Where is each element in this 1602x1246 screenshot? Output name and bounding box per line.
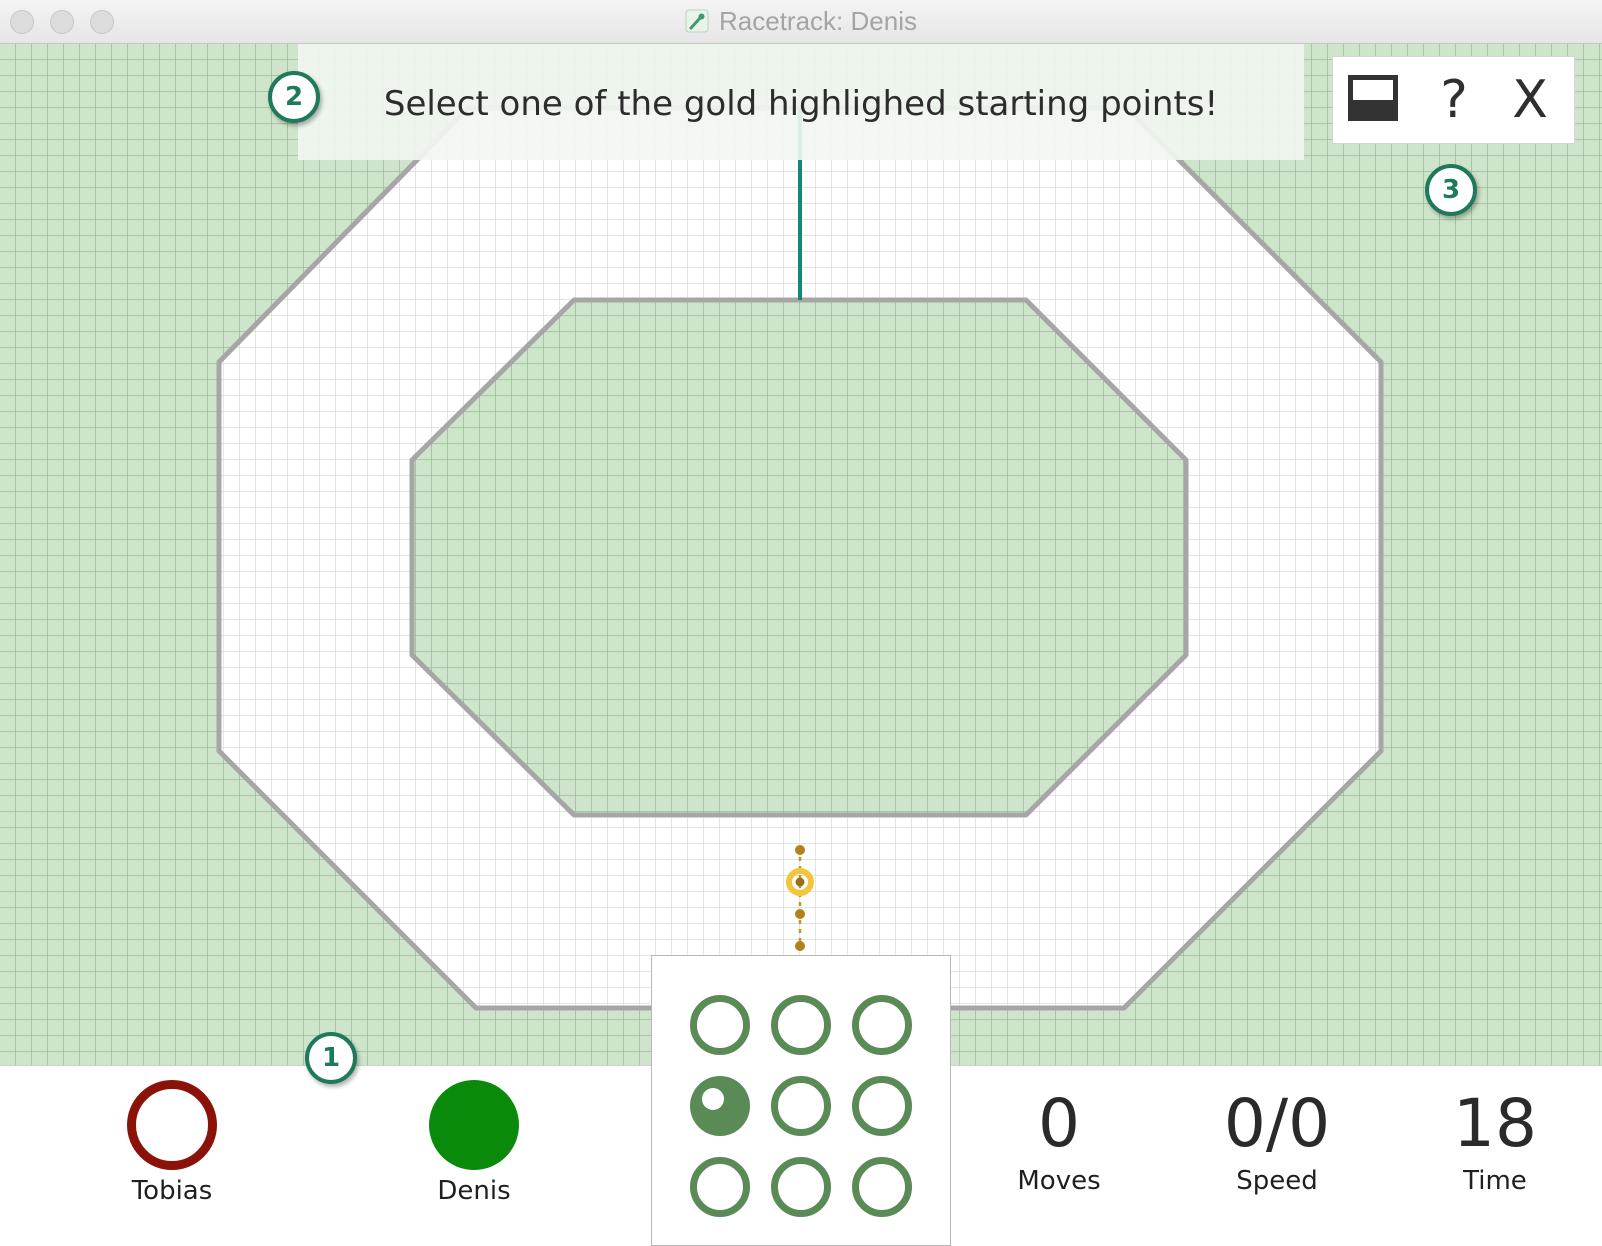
speed-label: Speed — [1236, 1166, 1318, 1196]
start-point[interactable] — [795, 845, 805, 855]
moves-label: Moves — [1017, 1166, 1101, 1196]
help-icon: ? — [1440, 70, 1468, 130]
racetrack-app-icon — [685, 9, 709, 33]
start-point[interactable] — [795, 877, 805, 887]
time-stat: 18 Time — [1405, 1084, 1585, 1196]
direction-up-left-button[interactable] — [690, 995, 750, 1055]
window-title-wrap: Racetrack: Denis — [0, 6, 1602, 37]
callout-badge: 2 — [268, 71, 320, 123]
time-label: Time — [1463, 1166, 1527, 1196]
close-button[interactable]: X — [1495, 65, 1565, 135]
direction-up-right-button[interactable] — [852, 995, 912, 1055]
help-button[interactable]: ? — [1419, 65, 1489, 135]
hollow-circle-icon — [127, 1080, 217, 1170]
track-inner-infield — [409, 297, 1189, 818]
close-icon: X — [1512, 70, 1548, 130]
toolbar: ? X — [1332, 56, 1575, 144]
message-bar: Select one of the gold highlighed starti… — [298, 44, 1304, 160]
player-name: Denis — [437, 1176, 511, 1206]
toggle-panel-button[interactable] — [1338, 65, 1408, 135]
direction-down-right-button[interactable] — [852, 1157, 912, 1217]
player-denis[interactable]: Denis — [394, 1080, 554, 1206]
direction-pad — [651, 955, 951, 1246]
player-name: Tobias — [131, 1176, 213, 1206]
title-bar: Racetrack: Denis — [0, 0, 1602, 44]
speed-value: 0/0 — [1223, 1085, 1331, 1162]
direction-left-button[interactable] — [690, 1076, 750, 1136]
start-point[interactable] — [795, 909, 805, 919]
direction-stay-button[interactable] — [771, 1076, 831, 1136]
callout-badge: 1 — [305, 1032, 357, 1084]
direction-down-button[interactable] — [771, 1157, 831, 1217]
instruction-message: Select one of the gold highlighed starti… — [383, 84, 1219, 124]
player-tobias[interactable]: Tobias — [92, 1080, 252, 1206]
direction-down-left-button[interactable] — [690, 1157, 750, 1217]
callout-badge: 3 — [1425, 164, 1477, 216]
time-value: 18 — [1453, 1085, 1537, 1162]
window-title: Racetrack: Denis — [719, 6, 917, 36]
direction-up-button[interactable] — [771, 995, 831, 1055]
moves-value: 0 — [1038, 1085, 1080, 1162]
speed-stat: 0/0 Speed — [1187, 1084, 1367, 1196]
panel-toggle-icon — [1348, 75, 1398, 125]
race-board[interactable] — [0, 44, 1602, 1065]
moves-stat: 0 Moves — [969, 1084, 1149, 1196]
direction-right-button[interactable] — [852, 1076, 912, 1136]
filled-circle-icon — [429, 1080, 519, 1170]
track-canvas[interactable] — [0, 44, 1602, 1065]
start-point[interactable] — [795, 941, 805, 951]
